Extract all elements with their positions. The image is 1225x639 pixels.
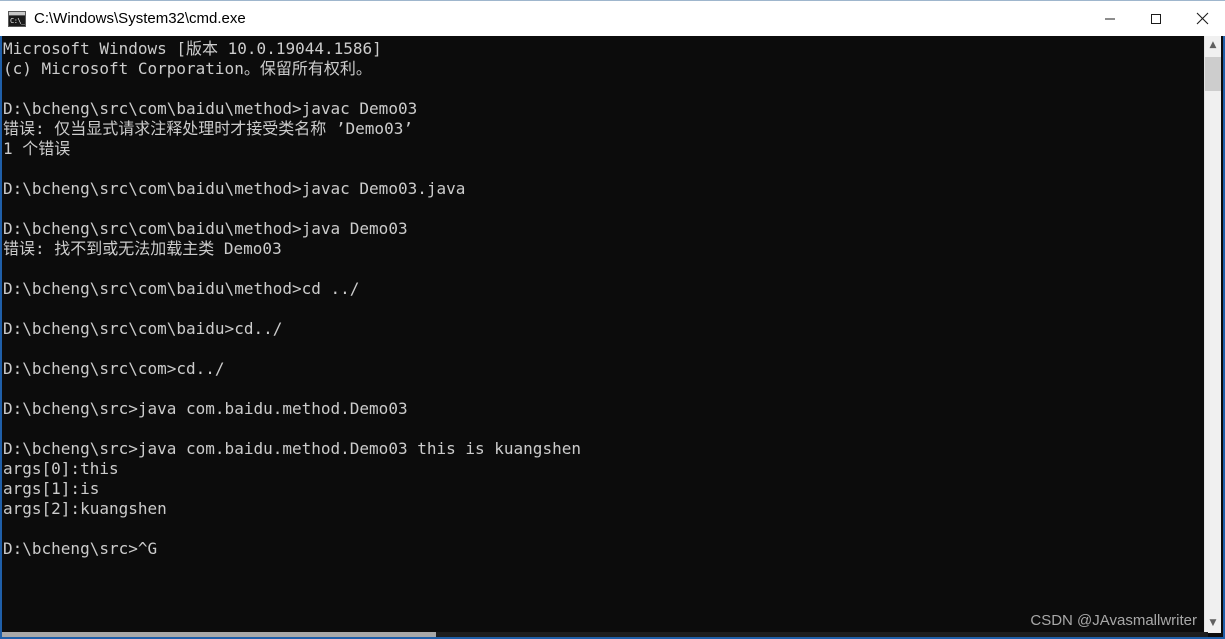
console-line: D:\bcheng\src\com\baidu>cd../ <box>3 319 283 338</box>
console-line: D:\bcheng\src\com\baidu\method>java Demo… <box>3 219 408 238</box>
close-button[interactable] <box>1179 1 1225 36</box>
horizontal-scrollbar[interactable] <box>2 632 1208 637</box>
console-line: D:\bcheng\src\com\baidu\method>cd ../ <box>3 279 360 298</box>
console-text: Microsoft Windows [版本 10.0.19044.1586] (c… <box>3 39 1198 559</box>
console-line: D:\bcheng\src>java com.baidu.method.Demo… <box>3 399 408 418</box>
console-line: 错误: 找不到或无法加载主类 Demo03 <box>3 239 282 258</box>
scroll-down-arrow-icon[interactable]: ▼ <box>1205 614 1221 633</box>
cmd-icon-prompt: C:\_ <box>9 15 25 26</box>
horizontal-scrollbar-track[interactable] <box>436 632 1208 637</box>
scroll-up-arrow-icon[interactable]: ▲ <box>1205 36 1221 55</box>
console-line: args[0]:this <box>3 459 119 478</box>
console-line: args[1]:is <box>3 479 100 498</box>
console-line: D:\bcheng\src\com\baidu\method>javac Dem… <box>3 99 418 118</box>
console-line: D:\bcheng\src\com>cd../ <box>3 359 225 378</box>
console-line: D:\bcheng\src\com\baidu\method>javac Dem… <box>3 179 466 198</box>
vertical-scrollbar-thumb[interactable] <box>1205 57 1221 91</box>
horizontal-scrollbar-thumb[interactable] <box>2 632 436 637</box>
console-line: (c) Microsoft Corporation。保留所有权利。 <box>3 59 372 78</box>
console-line: D:\bcheng\src>java com.baidu.method.Demo… <box>3 439 581 458</box>
maximize-button[interactable] <box>1133 1 1179 36</box>
title-bar[interactable]: C:\_ C:\Windows\System32\cmd.exe <box>0 0 1225 36</box>
scroll-down-glyph: ▼ <box>1209 618 1217 628</box>
console-line: 1 个错误 <box>3 139 71 158</box>
window-title: C:\Windows\System32\cmd.exe <box>34 10 246 27</box>
vertical-scrollbar[interactable]: ▲ ▼ <box>1204 36 1221 633</box>
console-output-area[interactable]: Microsoft Windows [版本 10.0.19044.1586] (c… <box>2 36 1198 634</box>
cmd-console-icon: C:\_ <box>8 10 26 27</box>
cmd-window: C:\_ C:\Windows\System32\cmd.exe Microso… <box>0 0 1225 639</box>
console-line: args[2]:kuangshen <box>3 499 167 518</box>
console-line: 错误: 仅当显式请求注释处理时才接受类名称 ’Demo03’ <box>3 119 413 138</box>
console-line: Microsoft Windows [版本 10.0.19044.1586] <box>3 39 382 58</box>
console-line: D:\bcheng\src>^G <box>3 539 158 558</box>
minimize-button[interactable] <box>1087 1 1133 36</box>
scroll-up-glyph: ▲ <box>1209 40 1217 50</box>
